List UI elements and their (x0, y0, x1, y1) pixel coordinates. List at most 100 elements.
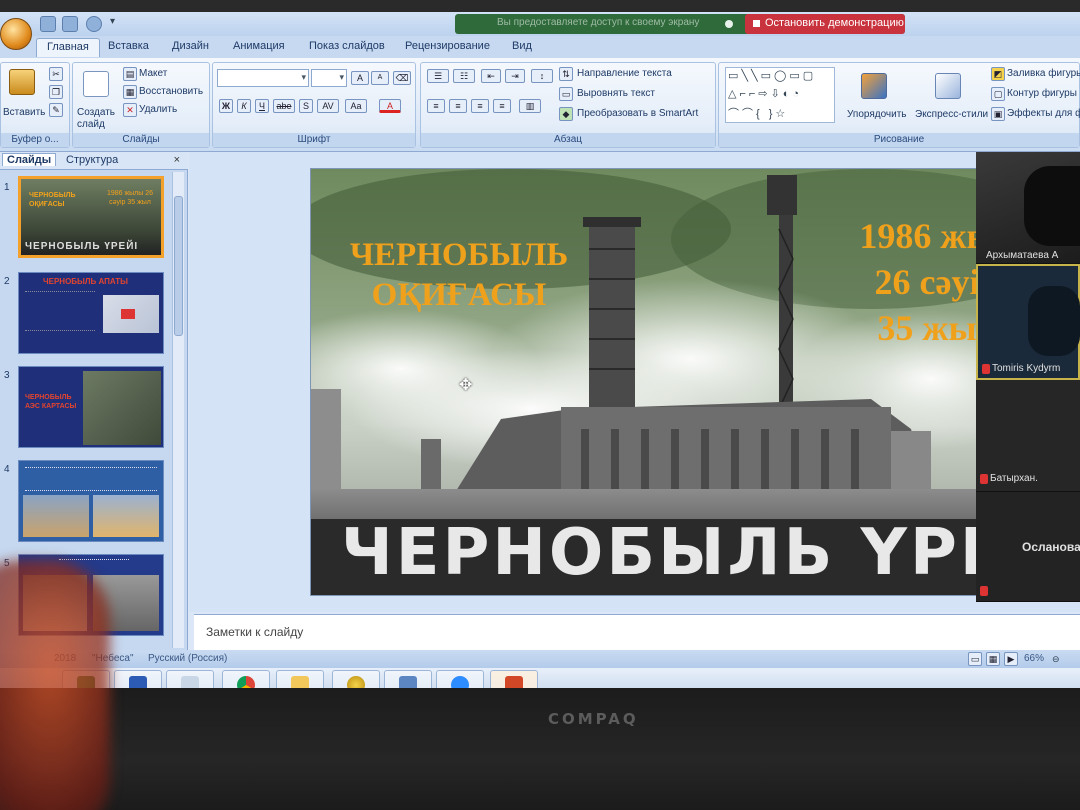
taskbar-explorer[interactable] (166, 670, 214, 688)
reset-button[interactable]: Восстановить (139, 86, 203, 97)
current-slide[interactable]: ЧЕРНОБЫЛЬ ОҚИҒАСЫ 1986 жы 26 сәуі 35 жы … (310, 168, 1010, 596)
sorter-view-icon[interactable]: ▦ (986, 652, 1000, 666)
new-slide-icon[interactable] (83, 71, 109, 97)
thumb-1-bottom: ЧЕРНОБЫЛЬ ҮРЕЙІ (25, 241, 139, 252)
text-direction-button[interactable]: Направление текста (577, 68, 672, 79)
ribbon-tabs: Главная Вставка Дизайн Анимация Показ сл… (0, 36, 1080, 58)
redo-icon[interactable] (86, 16, 102, 32)
taskbar-emblem[interactable] (332, 670, 380, 688)
format-painter-icon[interactable]: ✎ (49, 103, 63, 117)
tab-insert[interactable]: Вставка (108, 40, 149, 52)
bullets-icon[interactable]: ☰ (427, 69, 449, 83)
font-group-label: Шрифт (213, 133, 415, 147)
font-family-select[interactable] (217, 69, 309, 87)
text-direction-icon: ⇅ (559, 67, 573, 81)
stop-share-button[interactable]: Остановить демонстрацию (745, 14, 905, 34)
thumbnail-slide-1[interactable]: ЧЕРНОБЫЛЬ ОҚИҒАСЫ 1986 жылы 26 сәуір 35 … (18, 176, 164, 258)
shape-fill-button[interactable]: Заливка фигуры (1007, 68, 1080, 79)
font-color-button[interactable]: A (379, 99, 401, 113)
numbering-icon[interactable]: ☷ (453, 69, 475, 83)
decrease-indent-icon[interactable]: ⇤ (481, 69, 501, 83)
thumbnail-slide-4[interactable] (18, 460, 164, 542)
shrink-font-icon[interactable]: A (371, 71, 389, 85)
taskbar-word[interactable] (114, 670, 162, 688)
grow-font-icon[interactable]: A (351, 71, 369, 85)
layout-button[interactable]: Макет (139, 68, 167, 79)
char-spacing-button[interactable]: AV (317, 99, 339, 113)
taskbar-folder[interactable] (276, 670, 324, 688)
taskbar-media[interactable] (384, 670, 432, 688)
slideshow-view-icon[interactable]: ▶ (1004, 652, 1018, 666)
qat-dropdown-icon[interactable]: ▾ (110, 16, 115, 27)
italic-button[interactable]: К (237, 99, 251, 113)
close-pane-icon[interactable]: × (174, 154, 180, 166)
tab-home[interactable]: Главная (36, 38, 100, 57)
normal-view-icon[interactable]: ▭ (968, 652, 982, 666)
align-text-button[interactable]: Выровнять текст (577, 88, 655, 99)
slide-title[interactable]: ЧЕРНОБЫЛЬ ОҚИҒАСЫ (329, 235, 589, 315)
undo-icon[interactable] (62, 16, 78, 32)
word-icon (129, 676, 147, 688)
taskbar-powerpoint[interactable] (490, 670, 538, 688)
underline-button[interactable]: Ч (255, 99, 269, 113)
font-size-select[interactable] (311, 69, 347, 87)
shape-outline-icon: ▢ (991, 87, 1005, 101)
align-right-icon[interactable]: ≡ (471, 99, 489, 113)
quick-styles-icon[interactable] (935, 73, 961, 99)
arrange-button[interactable]: Упорядочить (847, 109, 907, 120)
bold-button[interactable]: Ж (219, 99, 233, 113)
participant-tile-active[interactable]: Tomiris Kydyrm (976, 264, 1080, 380)
quick-styles-button[interactable]: Экспресс-стили (915, 109, 988, 120)
mic-off-icon (980, 474, 988, 484)
tab-design[interactable]: Дизайн (172, 40, 209, 52)
new-slide-button[interactable]: Создать слайд (77, 107, 121, 131)
notes-pane[interactable]: Заметки к слайду (194, 614, 1080, 650)
cut-icon[interactable]: ✂ (49, 67, 63, 81)
shadow-button[interactable]: S (299, 99, 313, 113)
justify-icon[interactable]: ≡ (493, 99, 511, 113)
smartart-icon: ◆ (559, 107, 573, 121)
shape-effects-button[interactable]: Эффекты для фи... (1007, 108, 1080, 119)
copy-icon[interactable]: ❐ (49, 85, 63, 99)
align-left-icon[interactable]: ≡ (427, 99, 445, 113)
participant-tile[interactable]: Батырхан. (976, 380, 1080, 492)
tab-view[interactable]: Вид (512, 40, 532, 52)
media-icon (399, 676, 417, 688)
paste-button[interactable]: Вставить (3, 107, 45, 118)
slide-bottom-text[interactable]: ЧЕРНОБЫЛЬ ҮРЕЙ (341, 517, 1009, 589)
slide-title-line-1: ЧЕРНОБЫЛЬ (349, 237, 569, 273)
shape-outline-button[interactable]: Контур фигуры (1007, 88, 1077, 99)
clear-format-icon[interactable]: ⌫ (393, 71, 411, 85)
smartart-button[interactable]: Преобразовать в SmartArt (577, 108, 698, 119)
participant-name: Архыматаева А (986, 250, 1059, 261)
thumbnail-slide-2[interactable]: ЧЕРНОБЫЛЬ АПАТЫ (18, 272, 164, 354)
thumb-number: 1 (4, 182, 10, 193)
participant-tile[interactable]: Осланова (976, 492, 1080, 602)
participant-tile[interactable]: Архыматаева А (976, 152, 1080, 264)
tab-outline[interactable]: Структура (62, 154, 122, 166)
pane-scrollbar[interactable] (172, 172, 184, 648)
thumbnail-slide-3[interactable]: ЧЕРНОБЫЛЬ АЭС КАРТАСЫ (18, 366, 164, 448)
line-spacing-icon[interactable]: ↕ (531, 69, 553, 83)
taskbar-zoom[interactable] (436, 670, 484, 688)
pane-scroll-thumb[interactable] (174, 196, 183, 336)
delete-button[interactable]: Удалить (139, 104, 177, 115)
increase-indent-icon[interactable]: ⇥ (505, 69, 525, 83)
save-icon[interactable] (40, 16, 56, 32)
tab-slideshow[interactable]: Показ слайдов (309, 40, 385, 52)
participant-name: Tomiris Kydyrm (992, 363, 1061, 374)
zoom-out-icon[interactable]: ⊖ (1052, 654, 1060, 665)
tab-review[interactable]: Рецензирование (405, 40, 490, 52)
taskbar-chrome[interactable] (222, 670, 270, 688)
brand-logo: COMPAQ (548, 710, 639, 728)
tab-slides[interactable]: Слайды (2, 153, 57, 166)
change-case-button[interactable]: Aa (345, 99, 367, 113)
office-button[interactable] (0, 18, 32, 50)
shapes-gallery[interactable]: ▭╲╲▭◯▭▢ △⌐⌐⇨⇩◐◔ ⌒⌒{ }☆ (725, 67, 835, 123)
strikethrough-button[interactable]: abe (273, 99, 295, 113)
align-center-icon[interactable]: ≡ (449, 99, 467, 113)
paste-icon[interactable] (9, 69, 35, 95)
columns-icon[interactable]: ▥ (519, 99, 541, 113)
arrange-icon[interactable] (861, 73, 887, 99)
tab-animation[interactable]: Анимация (233, 40, 285, 52)
